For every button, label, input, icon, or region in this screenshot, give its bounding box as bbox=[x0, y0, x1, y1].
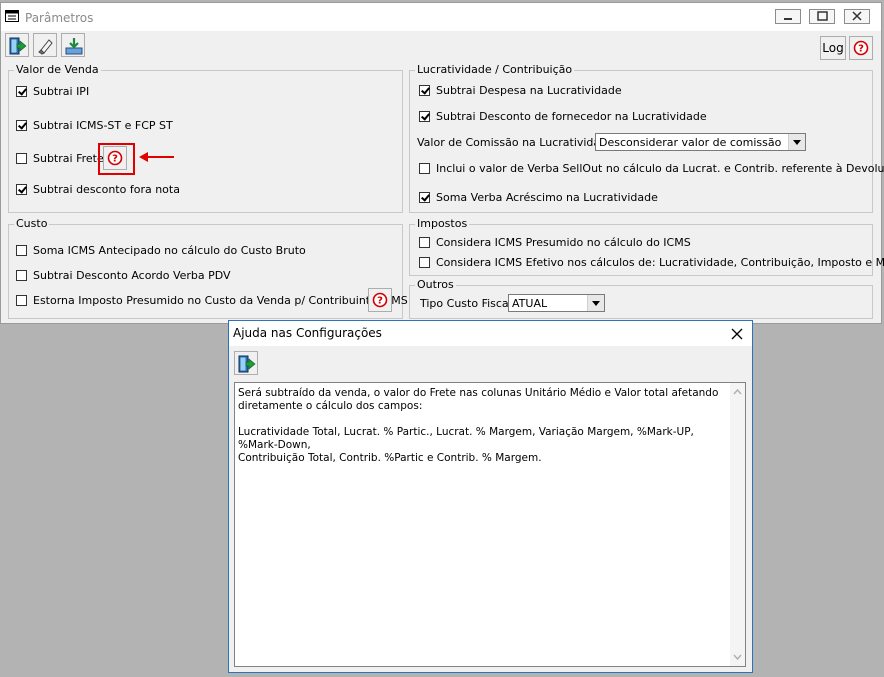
dialog-exit-button[interactable] bbox=[234, 351, 258, 375]
parametros-window: Parâmetros Log ? Valor de Venda Subtrai … bbox=[0, 2, 884, 324]
checkbox-box[interactable] bbox=[16, 295, 27, 306]
group-lucratividade: Lucratividade / Contribuição Subtrai Des… bbox=[409, 63, 884, 213]
scrollbar[interactable] bbox=[730, 383, 745, 666]
checkbox-box[interactable] bbox=[16, 120, 27, 131]
group-outros: Outros Tipo Custo Fiscal ATUAL bbox=[409, 278, 873, 319]
help-text: Será subtraído da venda, o valor do Fret… bbox=[238, 387, 719, 464]
checkbox-label: Considera ICMS Presumido no cálculo do I… bbox=[436, 236, 691, 249]
chevron-down-icon[interactable] bbox=[788, 134, 805, 150]
checkbox-box[interactable] bbox=[419, 237, 430, 248]
help-dialog: Ajuda nas Configurações Será subtraído d… bbox=[228, 320, 753, 673]
checkbox-label: Soma Verba Acréscimo na Lucratividade bbox=[436, 191, 658, 204]
group-valor-venda: Valor de Venda Subtrai IPI Subtrai ICMS-… bbox=[8, 63, 403, 213]
group-custo: Custo Soma ICMS Antecipado no cálculo do… bbox=[8, 217, 408, 319]
clear-button[interactable] bbox=[33, 33, 57, 57]
group-impostos: Impostos Considera ICMS Presumido no cál… bbox=[409, 217, 884, 276]
exit-door-icon bbox=[238, 355, 256, 373]
close-icon bbox=[852, 11, 862, 21]
select-value: ATUAL bbox=[512, 297, 548, 310]
group-legend: Custo bbox=[14, 217, 50, 230]
checkbox-box[interactable] bbox=[419, 257, 430, 268]
svg-text:?: ? bbox=[858, 44, 864, 55]
checkbox-box[interactable] bbox=[16, 86, 27, 97]
dialog-title: Ajuda nas Configurações bbox=[233, 326, 382, 340]
log-button[interactable]: Log bbox=[820, 36, 846, 60]
checkbox-label: Subtrai IPI bbox=[33, 85, 90, 98]
comissao-select[interactable]: Desconsiderar valor de comissão bbox=[595, 133, 806, 151]
maximize-icon bbox=[817, 11, 828, 21]
checkbox-label: Subtrai Frete bbox=[33, 152, 104, 165]
tipo-custo-select[interactable]: ATUAL bbox=[508, 294, 605, 312]
group-legend: Impostos bbox=[415, 217, 470, 230]
checkbox-label: Subtrai ICMS-ST e FCP ST bbox=[33, 119, 173, 132]
checkbox-label: Soma ICMS Antecipado no cálculo do Custo… bbox=[33, 244, 306, 257]
select-value: Desconsiderar valor de comissão bbox=[599, 136, 782, 149]
maximize-button[interactable] bbox=[809, 9, 835, 24]
app-icon bbox=[5, 10, 19, 22]
svg-text:?: ? bbox=[377, 296, 383, 307]
chevron-down-icon[interactable] bbox=[587, 295, 604, 311]
download-tray-icon bbox=[65, 38, 83, 55]
help-text-area[interactable]: Será subtraído da venda, o valor do Fret… bbox=[234, 382, 746, 667]
scroll-down-icon[interactable] bbox=[730, 650, 745, 664]
title-bar[interactable]: Parâmetros bbox=[1, 3, 881, 31]
scroll-up-icon[interactable] bbox=[730, 385, 745, 399]
checkbox-label: Subtrai desconto fora nota bbox=[33, 183, 180, 196]
checkbox-label: Subtrai Desconto Acordo Verba PDV bbox=[33, 269, 231, 282]
save-button[interactable] bbox=[61, 33, 85, 57]
close-window-button[interactable] bbox=[844, 9, 870, 24]
group-legend: Valor de Venda bbox=[14, 63, 101, 76]
help-button-top[interactable]: ? bbox=[849, 36, 873, 60]
tipo-custo-label: Tipo Custo Fiscal bbox=[420, 297, 512, 310]
help-button-estorna[interactable]: ? bbox=[368, 288, 392, 312]
minimize-icon bbox=[784, 18, 792, 20]
checkbox-label: Estorna Imposto Presumido no Custo da Ve… bbox=[33, 294, 408, 307]
dialog-title-bar[interactable]: Ajuda nas Configurações bbox=[229, 321, 752, 346]
checkbox-box[interactable] bbox=[16, 270, 27, 281]
highlight-box bbox=[98, 143, 135, 175]
checkbox-label: Inclui o valor de Verba SellOut no cálcu… bbox=[436, 162, 884, 175]
checkbox-label: Considera ICMS Efetivo nos cálculos de: … bbox=[436, 256, 884, 269]
help-icon: ? bbox=[372, 292, 388, 308]
checkbox-box[interactable] bbox=[16, 153, 27, 164]
group-legend: Outros bbox=[415, 278, 456, 291]
checkbox-box[interactable] bbox=[419, 85, 430, 96]
exit-button[interactable] bbox=[5, 33, 29, 57]
minimize-button[interactable] bbox=[775, 9, 801, 24]
eraser-icon bbox=[38, 39, 53, 55]
checkbox-box[interactable] bbox=[419, 163, 430, 174]
window-title: Parâmetros bbox=[25, 11, 94, 25]
checkbox-label: Subtrai Despesa na Lucratividade bbox=[436, 84, 622, 97]
checkbox-box[interactable] bbox=[16, 245, 27, 256]
checkbox-box[interactable] bbox=[16, 184, 27, 195]
red-arrow-icon bbox=[139, 152, 174, 162]
exit-door-icon bbox=[9, 37, 27, 55]
group-legend: Lucratividade / Contribuição bbox=[415, 63, 575, 76]
checkbox-label: Subtrai Desconto de fornecedor na Lucrat… bbox=[436, 110, 707, 123]
checkbox-box[interactable] bbox=[419, 111, 430, 122]
checkbox-box[interactable] bbox=[419, 192, 430, 203]
comissao-label: Valor de Comissão na Lucratividade: bbox=[417, 136, 618, 149]
close-icon[interactable] bbox=[728, 325, 746, 343]
help-icon: ? bbox=[853, 40, 869, 56]
